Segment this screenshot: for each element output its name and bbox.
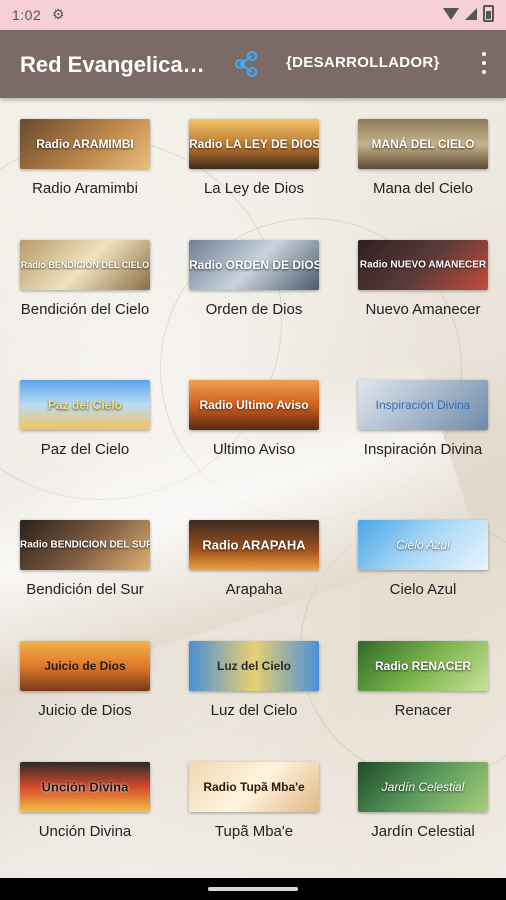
station-name: Jardín Celestial <box>371 823 475 840</box>
station-thumbnail: Luz del Cielo <box>189 641 319 691</box>
station-thumbnail: Paz del Cielo <box>20 380 150 430</box>
overflow-menu-button[interactable] <box>480 52 488 76</box>
system-navigation-bar <box>0 878 506 900</box>
station-item[interactable]: Radio ORDEN DE DIOS Orden de Dios <box>179 240 329 319</box>
station-thumbnail: Radio ORDEN DE DIOS <box>189 240 319 290</box>
station-item[interactable]: Jardín Celestial Jardín Celestial <box>348 762 498 841</box>
station-thumbnail: Radio Tupã Mba'e <box>189 762 319 812</box>
station-thumbnail: Cielo Azul <box>358 520 488 570</box>
station-name: Arapaha <box>225 581 283 598</box>
station-thumbnail: Radio BENDICIÓN DEL SUR <box>20 520 150 570</box>
station-grid-area[interactable]: Radio ARAMIMBI Radio Aramimbi Radio LA L… <box>0 98 506 878</box>
station-thumbnail: Radio ARAMIMBI <box>20 119 150 169</box>
station-thumbnail: Radio LA LEY DE DIOS <box>189 119 319 169</box>
share-icon <box>234 50 258 78</box>
station-thumbnail: Jardín Celestial <box>358 762 488 812</box>
station-item[interactable]: MANÁ DEL CIELO Mana del Cielo <box>348 119 498 198</box>
station-thumbnail: Radio BENDICIÓN DEL CIELO <box>20 240 150 290</box>
settings-gear-icon: ⚙ <box>52 6 65 22</box>
station-item[interactable]: Cielo Azul Cielo Azul <box>348 520 498 599</box>
station-name: Tupã Mba'e <box>214 823 294 840</box>
station-item[interactable]: Luz del Cielo Luz del Cielo <box>179 641 329 720</box>
station-name: Mana del Cielo <box>372 180 474 197</box>
wifi-icon <box>443 7 459 20</box>
station-thumbnail: Radio ARAPAHA <box>189 520 319 570</box>
signal-icon <box>465 7 477 20</box>
share-button[interactable] <box>230 48 262 80</box>
station-name: Bendición del Sur <box>26 581 144 598</box>
station-item[interactable]: Radio LA LEY DE DIOS La Ley de Dios <box>179 119 329 198</box>
station-name: Ultimo Aviso <box>212 441 296 458</box>
status-bar: 1:02 ⚙ <box>0 0 506 30</box>
station-name: Inspiración Divina <box>363 441 483 458</box>
station-item[interactable]: Radio Ultimo Aviso Ultimo Aviso <box>179 380 329 459</box>
station-thumbnail: Inspiración Divina <box>358 380 488 430</box>
station-thumbnail: Unción Divina <box>20 762 150 812</box>
station-thumbnail: Radio Ultimo Aviso <box>189 380 319 430</box>
system-icons <box>443 5 494 22</box>
station-name: Orden de Dios <box>205 301 303 318</box>
station-name: Luz del Cielo <box>210 702 298 719</box>
app-title: Red Evangelica Radial <box>20 52 210 77</box>
developer-button[interactable]: {DESARROLLADOR} <box>286 54 440 71</box>
station-item[interactable]: Unción Divina Unción Divina <box>10 762 160 841</box>
status-time: 1:02 <box>12 7 42 23</box>
station-name: Radio Aramimbi <box>32 180 138 197</box>
station-item[interactable]: Juicio de Dios Juicio de Dios <box>10 641 160 720</box>
station-name: Bendición del Cielo <box>20 301 150 318</box>
station-name: Paz del Cielo <box>40 441 130 458</box>
station-item[interactable]: Radio NUEVO AMANECER Nuevo Amanecer <box>348 240 498 319</box>
station-thumbnail: MANÁ DEL CIELO <box>358 119 488 169</box>
station-name: Renacer <box>394 702 452 719</box>
station-thumbnail: Juicio de Dios <box>20 641 150 691</box>
station-item[interactable]: Radio ARAMIMBI Radio Aramimbi <box>10 119 160 198</box>
station-item[interactable]: Inspiración Divina Inspiración Divina <box>348 380 498 459</box>
station-item[interactable]: Radio Tupã Mba'e Tupã Mba'e <box>179 762 329 841</box>
station-thumbnail: Radio RENACER <box>358 641 488 691</box>
station-item[interactable]: Radio RENACER Renacer <box>348 641 498 720</box>
home-gesture-handle[interactable] <box>208 887 298 891</box>
more-vert-icon <box>482 52 486 56</box>
station-item[interactable]: Radio ARAPAHA Arapaha <box>179 520 329 599</box>
station-name: Cielo Azul <box>389 581 457 598</box>
station-item[interactable]: Radio BENDICIÓN DEL CIELO Bendición del … <box>10 240 160 319</box>
app-bar: Red Evangelica Radial {DESARROLLADOR} <box>0 30 506 98</box>
station-name: Juicio de Dios <box>38 702 132 719</box>
station-item[interactable]: Radio BENDICIÓN DEL SUR Bendición del Su… <box>10 520 160 599</box>
station-name: Nuevo Amanecer <box>365 301 481 318</box>
station-name: La Ley de Dios <box>203 180 305 197</box>
station-thumbnail: Radio NUEVO AMANECER <box>358 240 488 290</box>
station-item[interactable]: Paz del Cielo Paz del Cielo <box>10 380 160 459</box>
battery-icon <box>483 5 494 22</box>
station-name: Unción Divina <box>38 823 132 840</box>
